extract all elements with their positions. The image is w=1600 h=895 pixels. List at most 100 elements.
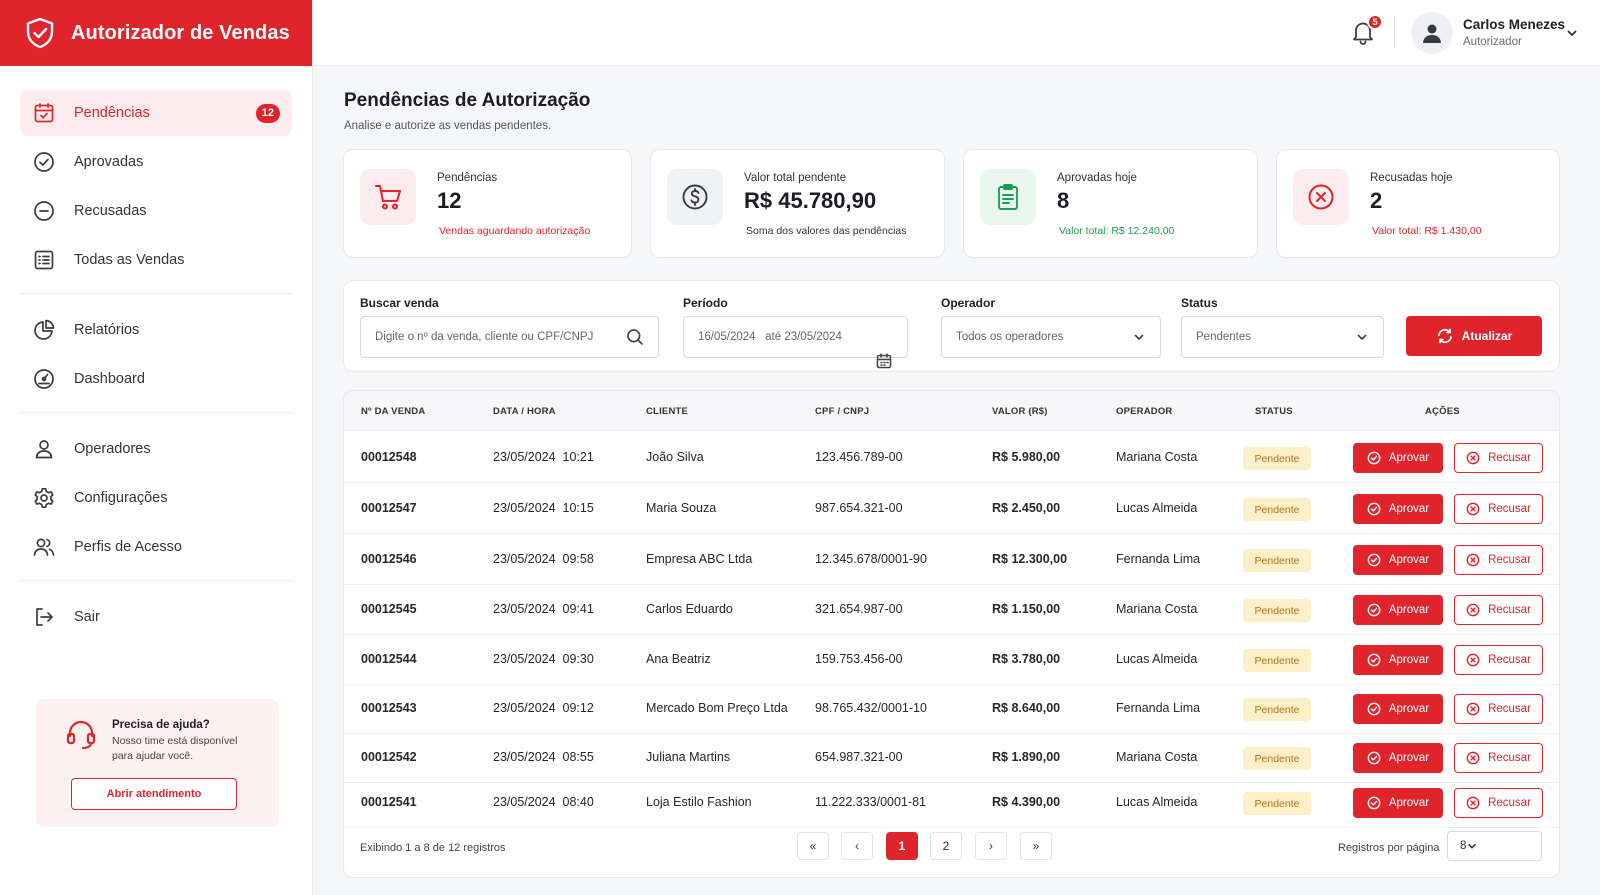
summary-card-pendencias: Pendências 12 Vendas aguardando autoriza… xyxy=(343,149,632,258)
card-label: Valor total pendente xyxy=(744,172,847,184)
first-page-button[interactable]: « xyxy=(797,832,829,860)
client-document: 321.654.987-00 xyxy=(815,602,903,616)
sale-datetime: 23/05/2024 09:58 xyxy=(493,552,594,566)
approve-button[interactable]: Aprovar xyxy=(1353,645,1443,675)
user-name[interactable]: Carlos Menezes xyxy=(1463,17,1565,32)
sidebar-item-sair[interactable]: Sair xyxy=(20,594,292,640)
operator-name: Lucas Almeida xyxy=(1116,795,1198,809)
sidebar-item-recusadas[interactable]: Recusadas xyxy=(20,188,292,234)
status-badge: Pendente xyxy=(1243,747,1311,770)
sidebar-item-pendencias[interactable]: Pendências 12 xyxy=(20,90,292,136)
table-row: 00012544 23/05/2024 09:30 Ana Beatriz 159.7… xyxy=(344,634,1559,685)
operator-select[interactable]: Todos os operadores xyxy=(941,316,1161,358)
approve-label: Aprovar xyxy=(1388,752,1430,764)
brand-header: Autorizador de Vendas xyxy=(0,0,312,66)
sidebar-item-todas-as-vendas[interactable]: Todas as Vendas xyxy=(20,237,292,283)
approve-button[interactable]: Aprovar xyxy=(1353,545,1443,575)
table-row: 00012548 23/05/2024 10:21 João Silva 123.45… xyxy=(344,432,1559,483)
reject-button[interactable]: Recusar xyxy=(1454,545,1543,575)
card-value: R$ 45.780,90 xyxy=(744,188,877,213)
sale-value: R$ 3.780,00 xyxy=(992,652,1061,666)
x-circle-icon xyxy=(1466,502,1488,516)
approve-label: Aprovar xyxy=(1388,452,1430,464)
search-input-placeholder: Digite o nº da venda, cliente ou CPF/CNP… xyxy=(375,331,594,343)
reject-label: Recusar xyxy=(1488,797,1531,809)
sale-number: 00012548 xyxy=(361,450,417,464)
card-icon-container xyxy=(667,169,723,225)
sidebar-item-relatorios[interactable]: Relatórios xyxy=(20,307,292,353)
previous-page-button[interactable]: ‹ xyxy=(841,832,873,860)
x-circle-icon xyxy=(1466,702,1488,716)
approve-button[interactable]: Aprovar xyxy=(1353,743,1443,773)
status-badge: Pendente xyxy=(1243,792,1311,815)
approve-button[interactable]: Aprovar xyxy=(1353,788,1443,818)
sidebar-item-aprovadas[interactable]: Aprovadas xyxy=(20,139,292,185)
card-label: Aprovadas hoje xyxy=(1057,172,1137,184)
chevron-down-icon[interactable] xyxy=(1565,26,1579,40)
period-label: Período xyxy=(683,296,728,310)
calendar-icon[interactable] xyxy=(875,328,893,369)
status-badge: Pendente xyxy=(1243,698,1311,721)
sidebar-item-label: Pendências xyxy=(74,105,150,121)
refresh-button[interactable]: Atualizar xyxy=(1406,316,1542,356)
sidebar-item-label: Recusadas xyxy=(74,203,147,219)
approve-button[interactable]: Aprovar xyxy=(1353,443,1443,473)
sale-value: R$ 5.980,00 xyxy=(992,450,1061,464)
reject-button[interactable]: Recusar xyxy=(1454,788,1543,818)
reject-label: Recusar xyxy=(1488,752,1531,764)
card-footnote: Valor total: R$ 1.430,00 xyxy=(1372,225,1482,237)
sidebar-item-label: Operadores xyxy=(74,441,151,457)
reject-button[interactable]: Recusar xyxy=(1454,595,1543,625)
column-header: OPERADOR xyxy=(1116,406,1173,417)
status-badge: Pendente xyxy=(1243,549,1311,572)
open-support-button[interactable]: Abrir atendimento xyxy=(71,778,237,810)
check-circle-icon xyxy=(1367,553,1389,567)
list-icon xyxy=(32,248,56,272)
approve-label: Aprovar xyxy=(1388,703,1430,715)
last-page-button[interactable]: » xyxy=(1020,832,1052,860)
sidebar-item-configuracoes[interactable]: Configurações xyxy=(20,475,292,521)
sale-value: R$ 1.150,00 xyxy=(992,602,1061,616)
table-row: 00012545 23/05/2024 09:41 Carlos Eduardo 32… xyxy=(344,584,1559,635)
sidebar-item-dashboard[interactable]: Dashboard xyxy=(20,356,292,402)
sidebar-divider xyxy=(20,293,292,294)
reject-label: Recusar xyxy=(1488,654,1531,666)
pie-chart-icon xyxy=(32,318,56,342)
reject-button[interactable]: Recusar xyxy=(1454,443,1543,473)
search-icon[interactable] xyxy=(626,328,644,346)
search-label: Buscar venda xyxy=(360,296,439,310)
reject-button[interactable]: Recusar xyxy=(1454,494,1543,524)
client-name: Juliana Martins xyxy=(646,750,731,764)
summary-card-aprovadas-hoje: Aprovadas hoje 8 Valor total: R$ 12.240,… xyxy=(963,149,1258,258)
help-card: Precisa de ajuda? Nosso time está dispon… xyxy=(36,699,279,827)
approve-button[interactable]: Aprovar xyxy=(1353,595,1443,625)
client-name: Empresa ABC Ltda xyxy=(646,552,753,566)
reject-button[interactable]: Recusar xyxy=(1454,645,1543,675)
shield-check-icon xyxy=(25,17,55,49)
column-header: STATUS xyxy=(1255,406,1293,417)
page-button-2[interactable]: 2 xyxy=(930,832,962,860)
page-button-1[interactable]: 1 xyxy=(886,832,918,860)
sidebar: Autorizador de Vendas Pendências 12 Apro… xyxy=(0,0,313,895)
reject-button[interactable]: Recusar xyxy=(1454,743,1543,773)
sidebar-item-operadores[interactable]: Operadores xyxy=(20,426,292,472)
check-circle-icon xyxy=(32,150,56,174)
period-date-range[interactable]: 16/05/2024 até 23/05/2024 xyxy=(683,316,908,369)
approve-label: Aprovar xyxy=(1388,554,1430,566)
status-badge: Pendente xyxy=(1243,599,1311,622)
sidebar-item-perfis-de-acesso[interactable]: Perfis de Acesso xyxy=(20,524,292,570)
x-circle-icon xyxy=(1466,451,1488,465)
search-input[interactable]: Digite o nº da venda, cliente ou CPF/CNP… xyxy=(360,316,659,358)
approve-button[interactable]: Aprovar xyxy=(1353,694,1443,724)
next-page-button[interactable]: › xyxy=(975,832,1007,860)
page-title: Pendências de Autorização xyxy=(344,90,591,111)
per-page-select[interactable]: 8 xyxy=(1447,831,1542,861)
chevron-down-icon xyxy=(1132,330,1146,344)
approve-button[interactable]: Aprovar xyxy=(1353,494,1443,524)
check-circle-icon xyxy=(1367,751,1389,765)
reject-button[interactable]: Recusar xyxy=(1454,694,1543,724)
status-select[interactable]: Pendentes xyxy=(1181,316,1384,358)
sidebar-divider xyxy=(20,412,292,413)
avatar[interactable] xyxy=(1411,12,1453,54)
sale-value: R$ 12.300,00 xyxy=(992,552,1068,566)
